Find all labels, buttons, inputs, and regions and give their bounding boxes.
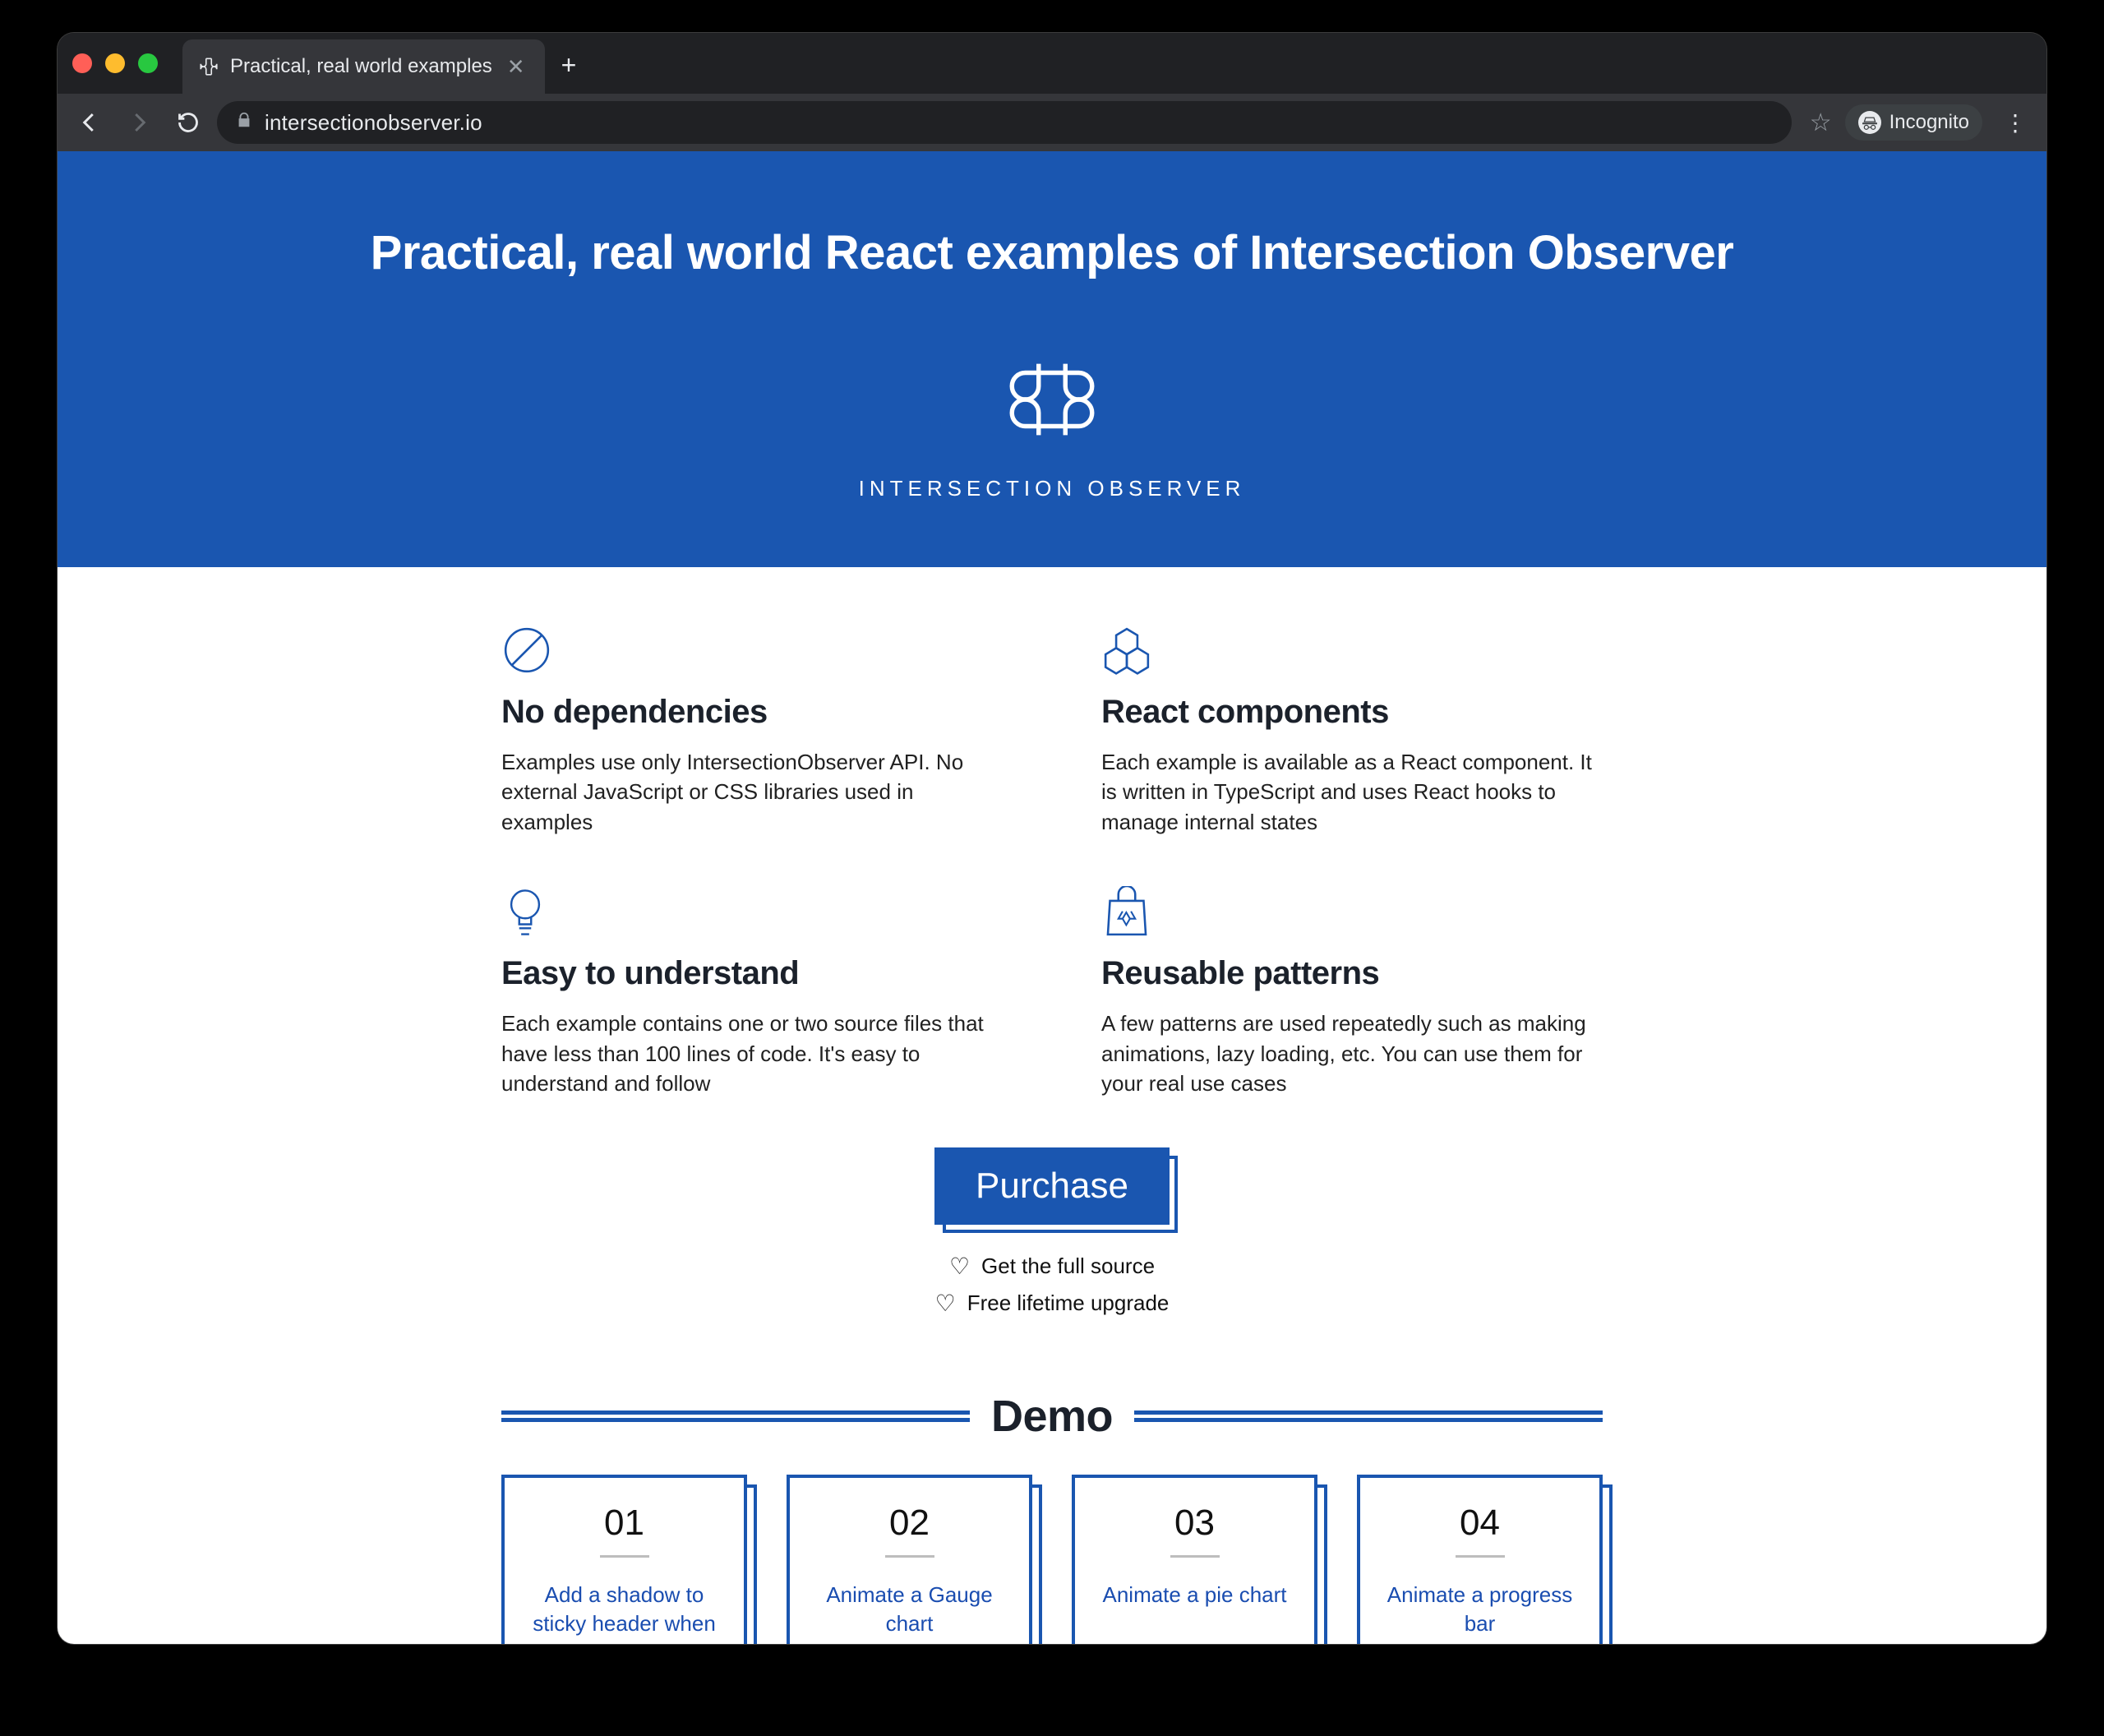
card-title: Animate a progress bar <box>1378 1581 1581 1638</box>
card-number: 02 <box>889 1503 930 1544</box>
react-components-icon <box>1101 625 1603 679</box>
card-title: Animate a pie chart <box>1102 1581 1286 1609</box>
demo-cards-row1: 01 Add a shadow to sticky header when sc… <box>485 1475 1619 1644</box>
toolbar-right: ☆ Incognito ⋮ <box>1810 104 2035 141</box>
bookmark-icon[interactable]: ☆ <box>1810 108 1832 137</box>
feature-desc: Each example contains one or two source … <box>501 1009 1003 1098</box>
card-title: Add a shadow to sticky header when scrol… <box>523 1581 726 1644</box>
command-icon <box>999 346 1105 453</box>
incognito-icon <box>1858 111 1881 134</box>
perk-label: Free lifetime upgrade <box>967 1290 1170 1316</box>
perk-label: Get the full source <box>981 1254 1155 1279</box>
page-content: Practical, real world React examples of … <box>58 151 2046 1644</box>
cta-section: Purchase ♡ Get the full source ♡ Free li… <box>58 1147 2046 1317</box>
window-controls <box>72 53 158 73</box>
new-tab-button[interactable]: + <box>545 50 593 81</box>
hero-logo: INTERSECTION OBSERVER <box>859 346 1246 501</box>
feature-reusable: Reusable patterns A few patterns are use… <box>1101 886 1603 1098</box>
hero-section: Practical, real world React examples of … <box>58 151 2046 567</box>
maximize-window-button[interactable] <box>138 53 158 73</box>
heart-icon: ♡ <box>935 1290 956 1317</box>
demo-card[interactable]: 01 Add a shadow to sticky header when sc… <box>501 1475 747 1644</box>
demo-separator: Demo <box>485 1391 1619 1442</box>
feature-title: No dependencies <box>501 694 1003 731</box>
back-button[interactable] <box>69 102 110 143</box>
feature-easy: Easy to understand Each example contains… <box>501 886 1003 1098</box>
demo-card[interactable]: 04 Animate a progress bar <box>1357 1475 1603 1644</box>
card-number: 01 <box>604 1503 644 1544</box>
card-number: 04 <box>1460 1503 1500 1544</box>
feature-title: React components <box>1101 694 1603 731</box>
card-underline <box>600 1555 649 1558</box>
browser-window: Practical, real world examples ✕ + inter… <box>58 33 2046 1644</box>
no-dependencies-icon <box>501 625 1003 679</box>
purchase-button-wrap: Purchase <box>934 1147 1170 1225</box>
perk-item: ♡ Free lifetime upgrade <box>935 1290 1170 1317</box>
minimize-window-button[interactable] <box>105 53 125 73</box>
feature-title: Reusable patterns <box>1101 955 1603 992</box>
feature-no-dependencies: No dependencies Examples use only Inters… <box>501 625 1003 837</box>
card-underline <box>1456 1555 1505 1558</box>
incognito-badge[interactable]: Incognito <box>1845 104 1982 141</box>
feature-desc: Examples use only IntersectionObserver A… <box>501 747 1003 837</box>
incognito-label: Incognito <box>1889 111 1969 134</box>
close-window-button[interactable] <box>72 53 92 73</box>
rule-left <box>501 1410 970 1422</box>
url-text: intersectionobserver.io <box>265 110 482 136</box>
page-title: Practical, real world React examples of … <box>90 225 2014 280</box>
features-grid: No dependencies Examples use only Inters… <box>485 625 1619 1098</box>
toolbar: intersectionobserver.io ☆ Incognito ⋮ <box>58 94 2046 151</box>
feature-react-components: React components Each example is availab… <box>1101 625 1603 837</box>
feature-desc: Each example is available as a React com… <box>1101 747 1603 837</box>
browser-tab[interactable]: Practical, real world examples ✕ <box>182 39 545 94</box>
tab-favicon-icon <box>197 55 220 78</box>
reload-button[interactable] <box>168 102 209 143</box>
tab-title: Practical, real world examples <box>230 55 492 78</box>
rule-right <box>1134 1410 1603 1422</box>
feature-desc: A few patterns are used repeatedly such … <box>1101 1009 1603 1098</box>
recycle-bag-icon <box>1101 886 1603 940</box>
card-title: Animate a Gauge chart <box>808 1581 1011 1638</box>
demo-heading: Demo <box>991 1391 1113 1442</box>
menu-icon[interactable]: ⋮ <box>1996 109 2035 136</box>
address-bar[interactable]: intersectionobserver.io <box>217 101 1792 144</box>
lightbulb-icon <box>501 886 1003 940</box>
titlebar: Practical, real world examples ✕ + <box>58 33 2046 94</box>
brand-text: INTERSECTION OBSERVER <box>859 476 1246 501</box>
card-underline <box>885 1555 934 1558</box>
tab-close-icon[interactable]: ✕ <box>502 54 530 80</box>
lock-icon <box>235 111 253 134</box>
perks-list: ♡ Get the full source ♡ Free lifetime up… <box>58 1253 2046 1317</box>
perk-item: ♡ Get the full source <box>949 1253 1155 1280</box>
heart-icon: ♡ <box>949 1253 970 1280</box>
card-number: 03 <box>1174 1503 1215 1544</box>
forward-button[interactable] <box>118 102 159 143</box>
demo-card[interactable]: 03 Animate a pie chart <box>1072 1475 1317 1644</box>
purchase-button[interactable]: Purchase <box>934 1147 1170 1225</box>
card-underline <box>1170 1555 1220 1558</box>
feature-title: Easy to understand <box>501 955 1003 992</box>
demo-card[interactable]: 02 Animate a Gauge chart <box>787 1475 1032 1644</box>
